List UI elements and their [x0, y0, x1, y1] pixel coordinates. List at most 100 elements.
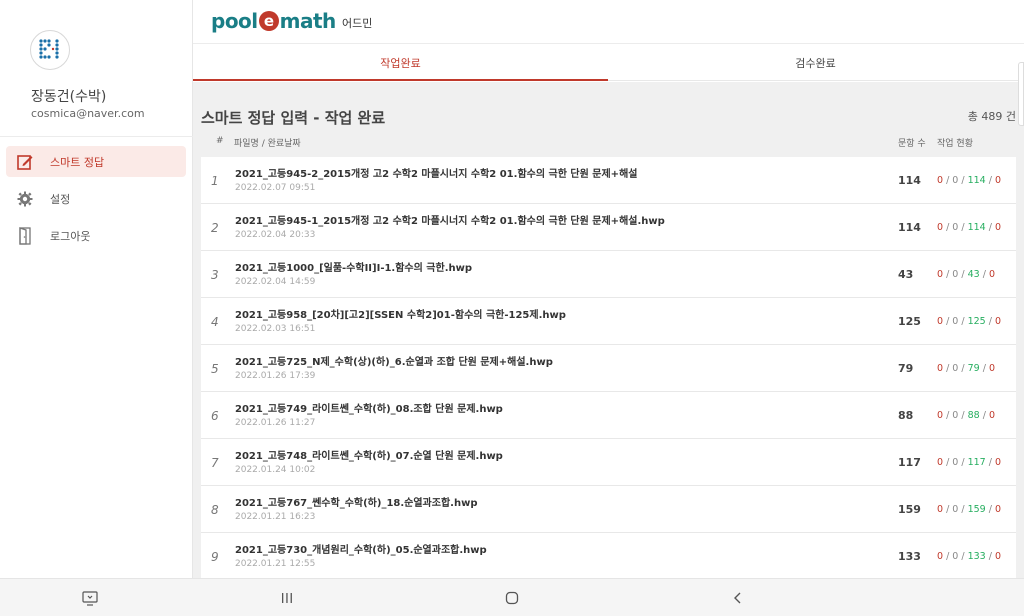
sidebar-item-label: 설정	[50, 192, 71, 206]
tab-review-complete[interactable]: 검수완료	[608, 44, 1023, 81]
row-count: 159	[898, 503, 921, 516]
row-status: 0 / 0 / 133 / 0	[937, 551, 1002, 562]
row-number: 8	[211, 503, 219, 517]
table-row[interactable]: 8 2021_고등767_쎈수학_수학(하)_18.순열과조합.hwp 2022…	[201, 486, 1016, 533]
tab-bar: 작업완료 검수완료	[193, 44, 1024, 81]
status-value: 0	[994, 222, 1002, 233]
table-row[interactable]: 7 2021_고등748_라이트쎈_수학(하)_07.순열 단원 문제.hwp …	[201, 439, 1016, 486]
status-value: 133	[967, 551, 986, 562]
logo-e-badge: e	[258, 11, 279, 31]
main-content: 스마트 정답 입력 - 작업 완료 총 489 건 # 파일명 / 완료날짜 문…	[193, 82, 1024, 578]
table-row[interactable]: 4 2021_고등958_[20차][고2][SSEN 수학2]01-함수의 극…	[201, 298, 1016, 345]
door-icon	[16, 226, 34, 245]
gear-icon	[16, 190, 34, 208]
logo-dots-icon	[39, 39, 59, 59]
status-value: 114	[967, 175, 986, 186]
row-count: 88	[898, 409, 914, 422]
row-number: 9	[211, 550, 219, 564]
row-number: 6	[211, 409, 219, 423]
row-number: 2	[211, 221, 219, 235]
row-status: 0 / 0 / 114 / 0	[937, 175, 1002, 186]
row-count: 114	[898, 221, 921, 234]
table-row[interactable]: 5 2021_고등725_N제_수학(상)(하)_6.순열과 조합 단원 문제+…	[201, 345, 1016, 392]
logo-text-math: math	[279, 9, 337, 33]
row-date: 2022.01.21 16:23	[235, 512, 316, 522]
status-value: 0	[994, 457, 1002, 468]
row-count: 117	[898, 456, 921, 469]
edge-panel-handle[interactable]	[1018, 62, 1024, 126]
row-status: 0 / 0 / 159 / 0	[937, 504, 1002, 515]
status-value: 125	[967, 316, 986, 327]
app-logo[interactable]: pool e math	[211, 9, 336, 33]
row-date: 2022.01.21 12:55	[235, 559, 316, 569]
top-header: pool e math 어드민	[193, 0, 1024, 44]
status-value: 0	[988, 410, 995, 421]
logo-text-pool: pool	[211, 9, 258, 33]
row-date: 2022.01.24 10:02	[235, 465, 316, 475]
total-count: 총 489 건	[967, 110, 1016, 123]
sidebar-item-logout[interactable]: 로그아웃	[6, 220, 186, 251]
table-row[interactable]: 1 2021_고등945-2_2015개정 고2 수학2 마플시너지 수학2 0…	[201, 157, 1016, 204]
row-count: 43	[898, 268, 914, 281]
sidebar: 장동건(수박) cosmica@naver.com 스마트 정답 설정 로그아웃	[0, 0, 193, 578]
status-value: 0	[988, 269, 995, 280]
column-header-file: 파일명 / 완료날짜	[234, 139, 301, 149]
column-header-status: 작업 현황	[937, 139, 973, 149]
avatar[interactable]	[30, 30, 70, 70]
table-row[interactable]: 3 2021_고등1000_[일품-수학II]I-1.함수의 극한.hwp 20…	[201, 251, 1016, 298]
row-date: 2022.02.03 16:51	[235, 324, 316, 334]
row-date: 2022.01.26 17:39	[235, 371, 316, 381]
row-filename: 2021_고등725_N제_수학(상)(하)_6.순열과 조합 단원 문제+해설…	[235, 357, 553, 368]
row-status: 0 / 0 / 117 / 0	[937, 457, 1002, 468]
table-row[interactable]: 9 2021_고등730_개념원리_수학(하)_05.순열과조합.hwp 202…	[201, 533, 1016, 578]
row-filename: 2021_고등958_[20차][고2][SSEN 수학2]01-함수의 극한-…	[235, 310, 566, 321]
row-filename: 2021_고등748_라이트쎈_수학(하)_07.순열 단원 문제.hwp	[235, 451, 503, 462]
table-row[interactable]: 6 2021_고등749_라이트쎈_수학(하)_08.조합 단원 문제.hwp …	[201, 392, 1016, 439]
page-title: 스마트 정답 입력 - 작업 완료	[201, 109, 386, 127]
column-header-count: 문항 수	[898, 139, 926, 149]
recent-apps-icon[interactable]	[277, 588, 297, 608]
row-count: 114	[898, 174, 921, 187]
status-value: 0	[994, 504, 1002, 515]
keyboard-toggle-icon[interactable]	[80, 588, 100, 608]
sidebar-item-smart-answer[interactable]: 스마트 정답	[6, 146, 186, 177]
status-value: 0	[988, 363, 995, 374]
sidebar-item-label: 로그아웃	[50, 229, 91, 243]
back-icon[interactable]	[728, 588, 748, 608]
row-number: 1	[211, 174, 219, 188]
row-status: 0 / 0 / 43 / 0	[937, 269, 995, 280]
row-filename: 2021_고등1000_[일품-수학II]I-1.함수의 극한.hwp	[235, 263, 473, 274]
table-row[interactable]: 2 2021_고등945-1_2015개정 고2 수학2 마플시너지 수학2 0…	[201, 204, 1016, 251]
home-icon[interactable]	[502, 588, 522, 608]
row-count: 125	[898, 315, 921, 328]
row-status: 0 / 0 / 125 / 0	[937, 316, 1002, 327]
row-number: 4	[211, 315, 219, 329]
row-number: 5	[211, 362, 219, 376]
row-date: 2022.01.26 11:27	[235, 418, 316, 428]
sidebar-item-settings[interactable]: 설정	[6, 183, 186, 214]
row-date: 2022.02.07 09:51	[235, 183, 316, 193]
row-filename: 2021_고등945-2_2015개정 고2 수학2 마플시너지 수학2 01.…	[235, 169, 638, 180]
file-list: 1 2021_고등945-2_2015개정 고2 수학2 마플시너지 수학2 0…	[201, 157, 1016, 578]
row-number: 3	[211, 268, 219, 282]
row-date: 2022.02.04 20:33	[235, 230, 316, 240]
row-number: 7	[211, 456, 219, 470]
status-value: 159	[967, 504, 986, 515]
row-filename: 2021_고등767_쎈수학_수학(하)_18.순열과조합.hwp	[235, 498, 478, 509]
status-value: 88	[967, 410, 980, 421]
edit-icon	[16, 153, 34, 171]
row-status: 0 / 0 / 88 / 0	[937, 410, 995, 421]
status-value: 117	[967, 457, 986, 468]
status-value: 0	[994, 175, 1002, 186]
row-status: 0 / 0 / 79 / 0	[937, 363, 995, 374]
column-header-num: #	[216, 136, 224, 146]
sidebar-divider	[0, 136, 193, 137]
row-count: 133	[898, 550, 921, 563]
row-filename: 2021_고등749_라이트쎈_수학(하)_08.조합 단원 문제.hwp	[235, 404, 503, 415]
user-name: 장동건(수박)	[31, 89, 107, 105]
row-date: 2022.02.04 14:59	[235, 277, 316, 287]
sidebar-item-label: 스마트 정답	[50, 155, 105, 169]
row-filename: 2021_고등730_개념원리_수학(하)_05.순열과조합.hwp	[235, 545, 487, 556]
tab-work-complete[interactable]: 작업완료	[193, 44, 608, 81]
status-value: 79	[967, 363, 980, 374]
